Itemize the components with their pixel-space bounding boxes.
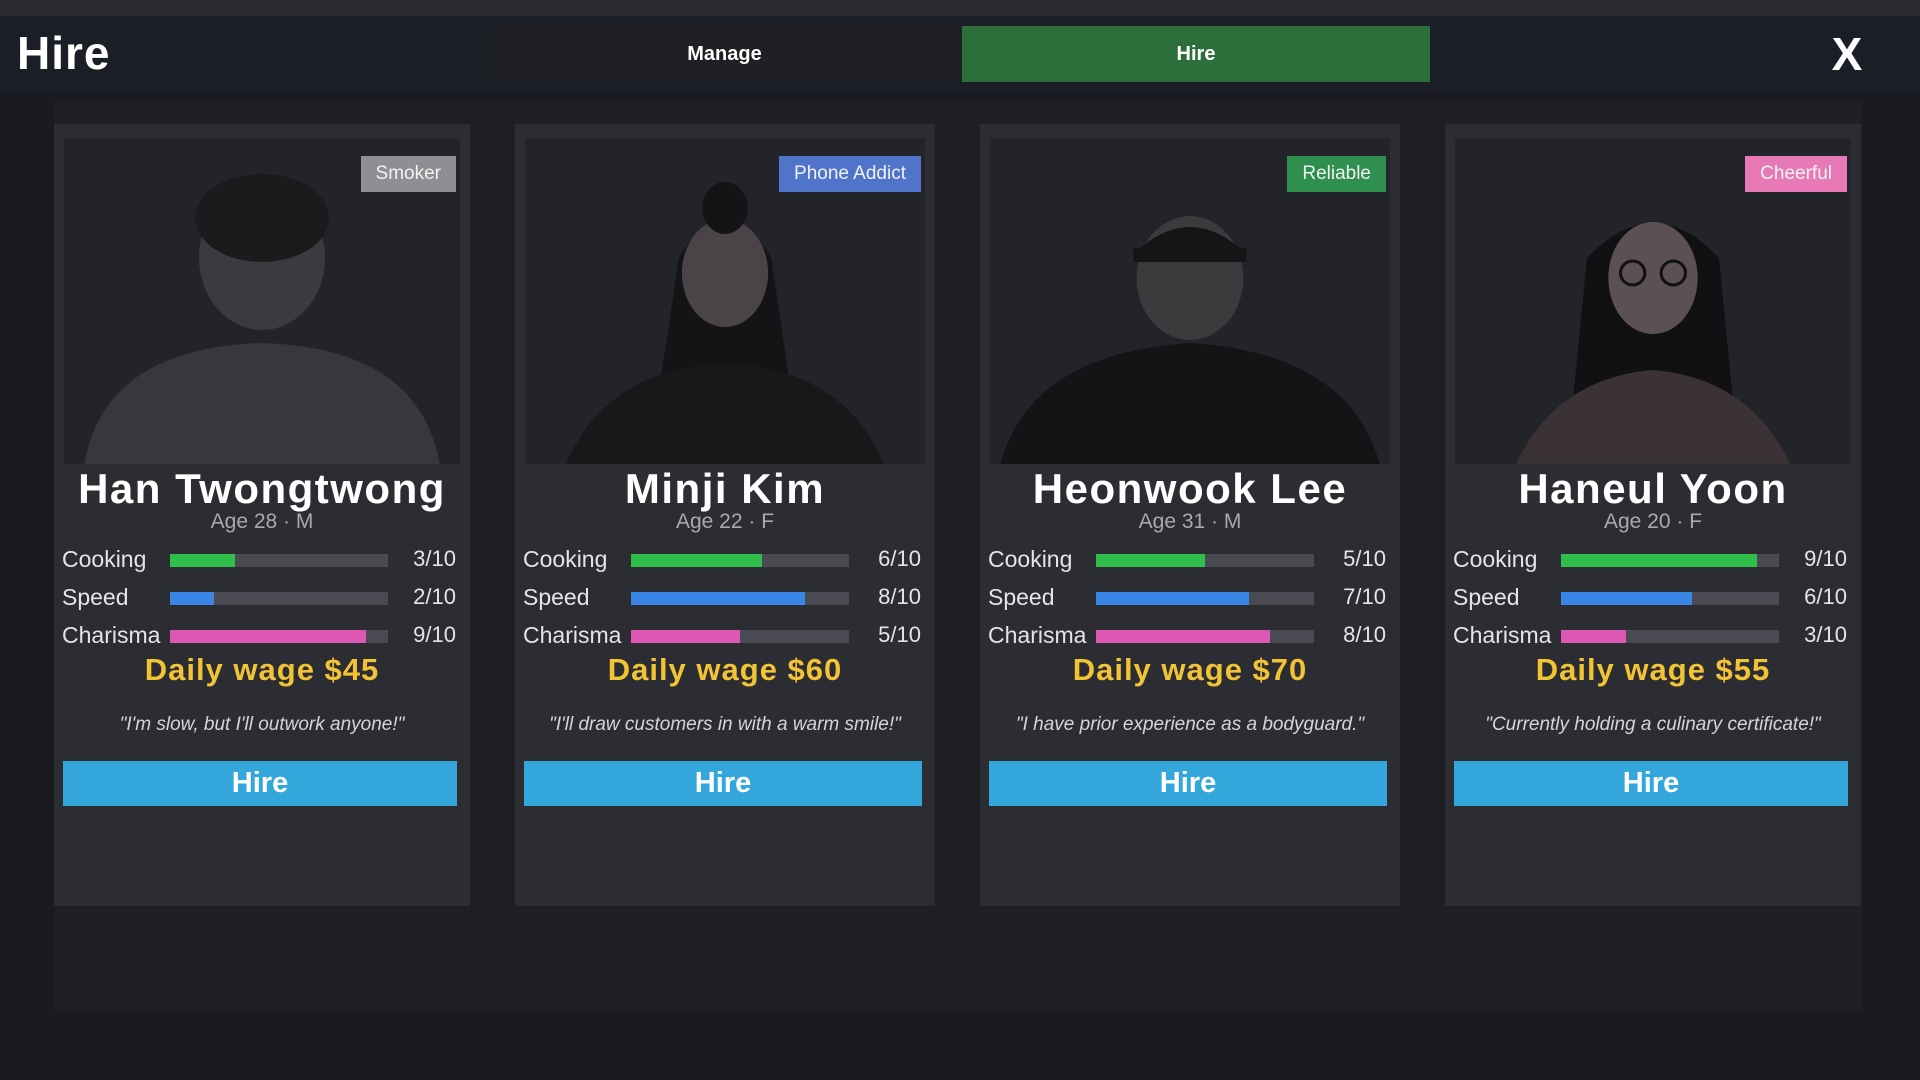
hire-button[interactable]: Hire xyxy=(63,761,457,806)
stat-bar-fill xyxy=(1561,592,1692,605)
tab-bar: Manage Hire xyxy=(488,26,1430,82)
stat-bar-track xyxy=(1096,554,1314,567)
stat-label: Cooking xyxy=(1453,546,1538,572)
candidate-name: Haneul Yoon xyxy=(1518,465,1788,512)
candidate-age-sex: Age 31 · M xyxy=(1138,510,1242,533)
trait-badge: Reliable xyxy=(1287,156,1386,192)
stat-value: 6/10 xyxy=(1804,584,1847,609)
stat-bar-fill xyxy=(1096,592,1249,605)
stat-cooking: Cooking 6/10 xyxy=(523,544,921,574)
candidate-card: Smoker Han Twongtwong Age 28 · M Cooking 3/1… xyxy=(54,124,470,906)
candidate-card: Phone Addict Minji Kim Age 22 · F Cooking 6/… xyxy=(515,124,935,906)
stat-speed: Speed 6/10 xyxy=(1453,582,1847,612)
candidate-quote: "Currently holding a culinary certificat… xyxy=(1485,714,1821,735)
candidate-card: Cheerful Haneul Yoon Age 20 · F Cooking 9/10… xyxy=(1445,124,1861,906)
stat-label: Charisma xyxy=(62,622,161,648)
stat-bar-fill xyxy=(1561,554,1758,567)
stat-bar-track xyxy=(170,592,388,605)
stat-cooking: Cooking 3/10 xyxy=(62,544,456,574)
candidate-name: Minji Kim xyxy=(624,465,826,512)
stat-value: 8/10 xyxy=(878,584,921,609)
stat-value: 9/10 xyxy=(413,622,456,647)
stat-value: 6/10 xyxy=(878,546,921,571)
candidate-name: Han Twongtwong xyxy=(78,465,446,512)
candidate-portrait: Cheerful xyxy=(1455,138,1851,464)
hire-button[interactable]: Hire xyxy=(989,761,1387,806)
stat-bar-track xyxy=(631,630,849,643)
close-icon[interactable]: X xyxy=(1822,26,1872,82)
candidate-portrait: Reliable xyxy=(990,138,1390,464)
daily-wage: Daily wage $60 xyxy=(607,652,843,687)
stat-label: Charisma xyxy=(1453,622,1552,648)
stat-value: 3/10 xyxy=(413,546,456,571)
candidate-age-sex: Age 22 · F xyxy=(675,510,775,533)
stat-speed: Speed 2/10 xyxy=(62,582,456,612)
stat-value: 5/10 xyxy=(1343,546,1386,571)
daily-wage: Daily wage $70 xyxy=(1072,652,1308,687)
stat-bar-track xyxy=(170,630,388,643)
stat-speed: Speed 8/10 xyxy=(523,582,921,612)
stat-value: 2/10 xyxy=(413,584,456,609)
stat-bar-fill xyxy=(170,554,236,567)
stat-value: 3/10 xyxy=(1804,622,1847,647)
trait-badge: Smoker xyxy=(360,156,456,192)
stat-charisma: Charisma 5/10 xyxy=(523,620,921,650)
candidate-quote: "I'm slow, but I'll outwork anyone!" xyxy=(119,714,405,735)
candidate-name: Heonwook Lee xyxy=(1032,465,1348,512)
stat-value: 7/10 xyxy=(1343,584,1386,609)
candidate-portrait: Smoker xyxy=(64,138,460,464)
stat-bar-track xyxy=(1096,630,1314,643)
stat-bar-track xyxy=(631,554,849,567)
stat-bar-fill xyxy=(631,554,762,567)
candidate-age-sex: Age 28 · M xyxy=(210,510,314,533)
stat-value: 5/10 xyxy=(878,622,921,647)
stat-bar-fill xyxy=(170,592,214,605)
stat-label: Cooking xyxy=(523,546,608,572)
top-edge-bar xyxy=(0,0,1920,16)
candidate-quote: "I'll draw customers in with a warm smil… xyxy=(549,714,901,735)
stat-charisma: Charisma 9/10 xyxy=(62,620,456,650)
stat-bar-fill xyxy=(631,592,806,605)
hire-button[interactable]: Hire xyxy=(1454,761,1848,806)
candidate-quote: "I have prior experience as a bodyguard.… xyxy=(1015,714,1365,735)
stat-bar-fill xyxy=(170,630,367,643)
stat-bar-fill xyxy=(1096,630,1271,643)
stat-label: Speed xyxy=(988,584,1055,610)
stat-bar-track xyxy=(1096,592,1314,605)
trait-badge: Cheerful xyxy=(1745,156,1847,192)
trait-badge: Phone Addict xyxy=(779,156,921,192)
stat-label: Charisma xyxy=(988,622,1087,648)
daily-wage: Daily wage $45 xyxy=(144,652,380,687)
stat-bar-fill xyxy=(1096,554,1205,567)
stat-value: 8/10 xyxy=(1343,622,1386,647)
stat-bar-fill xyxy=(631,630,740,643)
stat-bar-track xyxy=(1561,554,1779,567)
stat-label: Charisma xyxy=(523,622,622,648)
candidate-portrait: Phone Addict xyxy=(525,138,925,464)
stat-value: 9/10 xyxy=(1804,546,1847,571)
stat-bar-track xyxy=(1561,630,1779,643)
page-title: Hire xyxy=(17,27,111,79)
tab-hire[interactable]: Hire xyxy=(962,26,1430,82)
stat-bar-track xyxy=(170,554,388,567)
stat-label: Cooking xyxy=(988,546,1073,572)
tab-manage[interactable]: Manage xyxy=(488,26,961,82)
stat-charisma: Charisma 8/10 xyxy=(988,620,1386,650)
stat-label: Speed xyxy=(1453,584,1520,610)
candidate-age-sex: Age 20 · F xyxy=(1603,510,1703,533)
stat-speed: Speed 7/10 xyxy=(988,582,1386,612)
stat-cooking: Cooking 5/10 xyxy=(988,544,1386,574)
stat-bar-track xyxy=(1561,592,1779,605)
stat-label: Speed xyxy=(62,584,129,610)
stat-cooking: Cooking 9/10 xyxy=(1453,544,1847,574)
stat-bar-fill xyxy=(1561,630,1627,643)
stat-label: Cooking xyxy=(62,546,147,572)
stat-label: Speed xyxy=(523,584,590,610)
candidate-card: Reliable Heonwook Lee Age 31 · M Cooking 5/1… xyxy=(980,124,1400,906)
stat-charisma: Charisma 3/10 xyxy=(1453,620,1847,650)
hire-button[interactable]: Hire xyxy=(524,761,922,806)
stat-bar-track xyxy=(631,592,849,605)
daily-wage: Daily wage $55 xyxy=(1535,652,1771,687)
